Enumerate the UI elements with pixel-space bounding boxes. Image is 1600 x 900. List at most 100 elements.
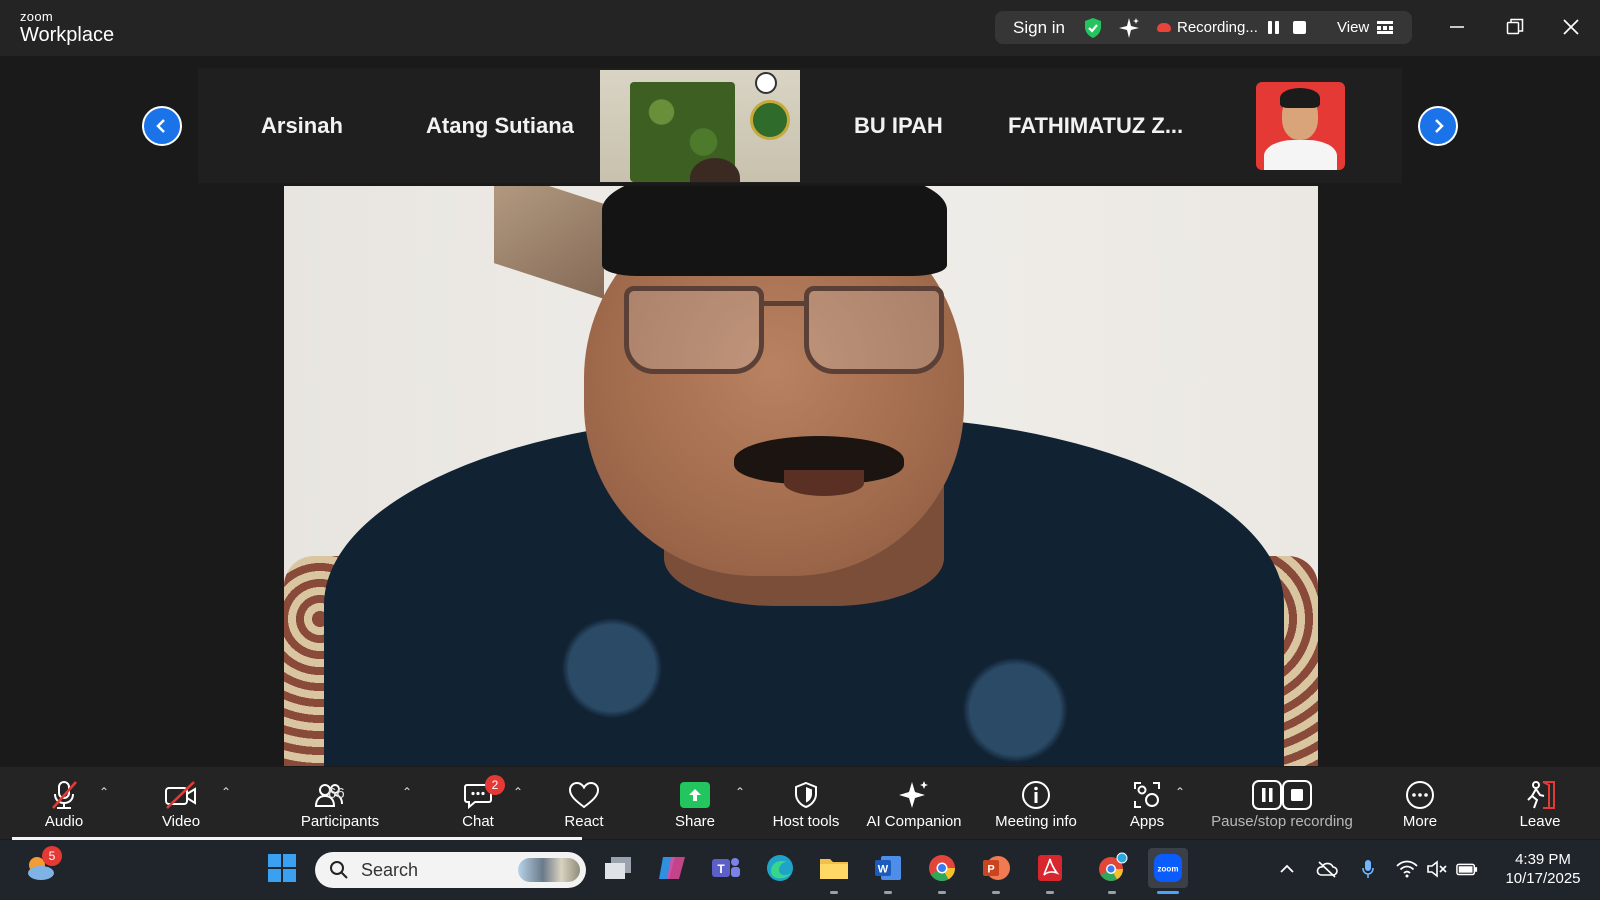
- participant-video-tile[interactable]: [600, 70, 800, 182]
- leave-icon: [1523, 777, 1557, 813]
- powerpoint-app[interactable]: P: [976, 848, 1016, 888]
- powerpoint-icon: P: [983, 856, 1010, 880]
- more-icon: [1404, 777, 1436, 813]
- participants-count: 66: [328, 785, 345, 802]
- microphone-muted-icon: [49, 777, 79, 813]
- host-tools-button[interactable]: Host tools: [766, 767, 846, 839]
- host-tools-label: Host tools: [772, 813, 840, 830]
- participant-avatar-tile[interactable]: [1256, 82, 1345, 170]
- acrobat-app[interactable]: [1030, 848, 1070, 888]
- restore-button[interactable]: [1500, 12, 1530, 42]
- weather-badge: 5: [42, 846, 62, 866]
- participant-tile-atang-sutiana[interactable]: Atang Sutiana: [426, 68, 574, 183]
- video-label: Video: [161, 813, 201, 830]
- file-explorer-app[interactable]: [814, 848, 854, 888]
- powerpoint-indicator: [992, 891, 1000, 894]
- view-button[interactable]: View: [1337, 11, 1394, 44]
- apps-options-caret[interactable]: ⌃: [1175, 785, 1185, 799]
- video-options-caret[interactable]: ⌃: [221, 785, 231, 799]
- meeting-info-label: Meeting info: [995, 813, 1077, 830]
- search-highlight-image: [518, 858, 580, 882]
- copilot-icon: [659, 857, 685, 879]
- leave-button[interactable]: Leave: [1519, 767, 1561, 839]
- encryption-shield-icon[interactable]: [1083, 11, 1103, 44]
- share-button[interactable]: Share: [670, 767, 720, 839]
- host-shield-icon: [793, 777, 819, 813]
- pause-recording-button[interactable]: [1268, 11, 1279, 44]
- ai-sparkle-icon[interactable]: [1118, 11, 1140, 44]
- react-button[interactable]: React: [560, 767, 608, 839]
- participants-options-caret[interactable]: ⌃: [402, 785, 412, 799]
- participants-button[interactable]: 66 Participants: [296, 767, 384, 839]
- clock-date: 10/17/2025: [1505, 870, 1581, 887]
- leave-label: Leave: [1519, 813, 1561, 830]
- cloud-offline-icon[interactable]: [1316, 858, 1338, 880]
- recording-status[interactable]: Recording...: [1157, 11, 1258, 44]
- chevron-left-icon: [156, 119, 165, 133]
- acrobat-indicator: [1046, 891, 1054, 894]
- grid-icon: [1377, 20, 1394, 34]
- pause-stop-recording-button[interactable]: Pause/stop recording: [1204, 767, 1360, 839]
- more-label: More: [1402, 813, 1438, 830]
- battery-icon[interactable]: [1456, 858, 1478, 880]
- participant-tile-arsinah[interactable]: Arsinah: [261, 68, 343, 183]
- video-button[interactable]: Video: [150, 767, 212, 839]
- more-button[interactable]: More: [1398, 767, 1442, 839]
- minimize-button[interactable]: [1442, 12, 1472, 42]
- chrome-indicator: [938, 891, 946, 894]
- svg-text:zoom: zoom: [1158, 865, 1179, 874]
- tray-overflow-chevron-icon[interactable]: [1276, 858, 1298, 880]
- task-view-icon: [605, 857, 631, 879]
- search-icon: [330, 861, 348, 879]
- audio-options-caret[interactable]: ⌃: [99, 785, 109, 799]
- wifi-icon[interactable]: [1396, 858, 1418, 880]
- word-icon: W: [875, 856, 901, 880]
- chat-button[interactable]: 2 Chat: [452, 767, 505, 839]
- zoom-app[interactable]: zoom: [1148, 848, 1188, 888]
- glasses-left: [624, 286, 764, 374]
- weather-widget[interactable]: 5: [20, 846, 62, 888]
- participant-tile-fathimatuz[interactable]: FATHIMATUZ Z...: [1008, 68, 1183, 183]
- start-button[interactable]: [262, 848, 302, 888]
- gallery-next-button[interactable]: [1418, 106, 1458, 146]
- chrome-icon: [929, 855, 956, 882]
- chrome-app[interactable]: [922, 848, 962, 888]
- microphone-tray-icon[interactable]: [1357, 858, 1379, 880]
- acrobat-icon: [1038, 855, 1062, 881]
- react-label: React: [564, 813, 604, 830]
- emblem: [750, 100, 790, 140]
- meeting-status-pill: Sign in Recording... View: [995, 11, 1412, 44]
- gallery-strip: [198, 68, 1402, 183]
- word-app[interactable]: W: [868, 848, 908, 888]
- share-options-caret[interactable]: ⌃: [735, 785, 745, 799]
- gallery-prev-button[interactable]: [142, 106, 182, 146]
- ai-companion-sparkle-icon: [898, 777, 930, 813]
- sign-in-button[interactable]: Sign in: [1013, 11, 1065, 44]
- view-label: View: [1337, 19, 1370, 36]
- share-label: Share: [674, 813, 716, 830]
- chat-options-caret[interactable]: ⌃: [513, 785, 523, 799]
- chrome-profile-indicator: [1108, 891, 1116, 894]
- teams-app[interactable]: T: [706, 848, 746, 888]
- ai-companion-button[interactable]: AI Companion: [862, 767, 966, 839]
- task-view-button[interactable]: [598, 848, 638, 888]
- audio-button[interactable]: Audio: [34, 767, 94, 839]
- participant-tile-bu-ipah[interactable]: BU IPAH: [854, 68, 943, 183]
- apps-button[interactable]: Apps: [1126, 767, 1168, 839]
- chrome-profile-app[interactable]: [1092, 848, 1132, 888]
- copilot-app[interactable]: [652, 848, 692, 888]
- meeting-info-button[interactable]: Meeting info: [990, 767, 1082, 839]
- zoom-logo: zoom Workplace: [20, 10, 114, 45]
- close-button[interactable]: [1556, 12, 1586, 42]
- title-bar: zoom Workplace Sign in Recording... View: [0, 0, 1600, 56]
- brand-small: zoom: [20, 9, 53, 24]
- stop-recording-button[interactable]: [1293, 11, 1306, 44]
- chat-unread-badge: 2: [485, 775, 505, 795]
- volume-muted-icon[interactable]: [1426, 858, 1448, 880]
- edge-icon: [767, 855, 793, 881]
- wall-clock: [755, 72, 777, 94]
- taskbar-search[interactable]: Search: [315, 852, 586, 888]
- taskbar-clock[interactable]: 4:39 PM 10/17/2025: [1490, 850, 1596, 888]
- edge-app[interactable]: [760, 848, 800, 888]
- windows-logo-icon: [268, 854, 296, 882]
